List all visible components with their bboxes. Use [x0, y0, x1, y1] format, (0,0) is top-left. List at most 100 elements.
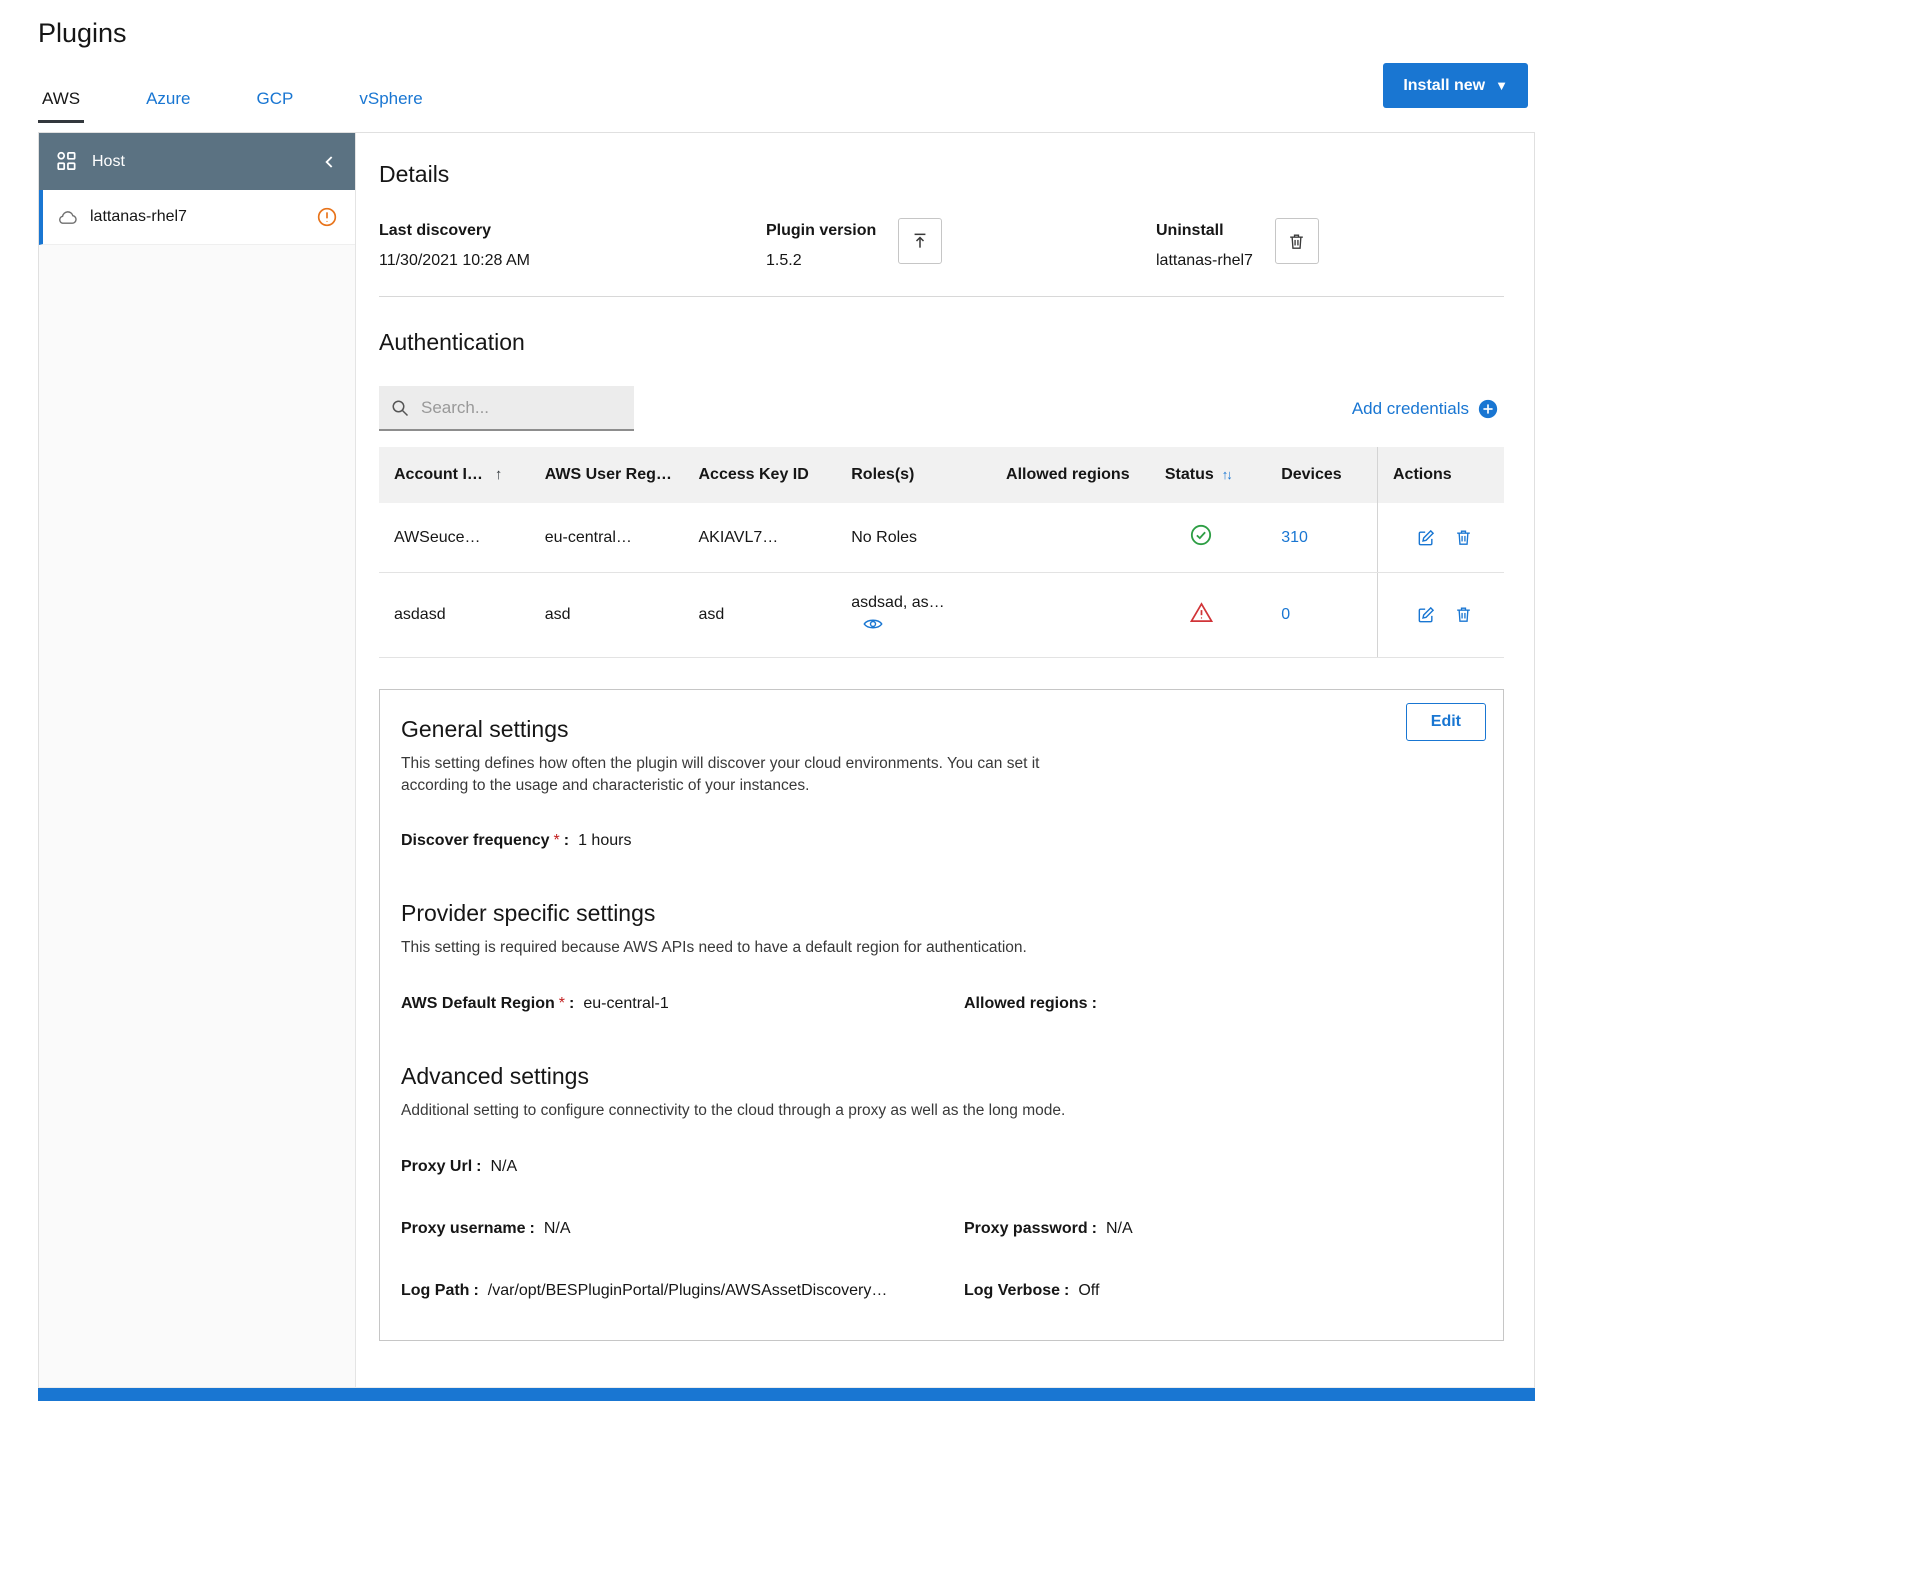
- host-sidebar: Host lattanas-rhel7: [39, 133, 356, 1387]
- table-row: asdasd asd asd asdsad, as…: [379, 573, 1504, 658]
- required-asterisk: *: [559, 995, 565, 1012]
- chevron-down-icon: ▼: [1495, 78, 1508, 93]
- field-separator: :: [530, 1220, 535, 1237]
- uninstall-value: lattanas-rhel7: [1156, 252, 1253, 270]
- column-roles-label: Roles(s): [851, 466, 914, 483]
- table-header-row: Account I…↑ AWS User Reg… Access Key ID …: [379, 447, 1504, 503]
- access-key-cell: asd: [684, 573, 837, 658]
- edit-credential-button[interactable]: [1416, 528, 1436, 548]
- section-divider: [379, 296, 1504, 297]
- column-roles[interactable]: Roles(s): [836, 447, 991, 503]
- status-cell: [1150, 573, 1266, 658]
- sidebar-header: Host: [39, 133, 355, 190]
- last-discovery-label: Last discovery: [379, 222, 766, 240]
- column-actions: Actions: [1377, 447, 1504, 503]
- column-devices[interactable]: Devices: [1266, 447, 1377, 503]
- tab-azure[interactable]: Azure: [142, 89, 194, 123]
- authentication-title: Authentication: [379, 329, 1504, 356]
- sort-toggle-icon[interactable]: ↑↓: [1222, 467, 1231, 482]
- field-label: Allowed regions: [964, 995, 1088, 1012]
- column-allowed-regions[interactable]: Allowed regions: [991, 447, 1150, 503]
- details-fields: Last discovery 11/30/2021 10:28 AM Plugi…: [379, 222, 1504, 270]
- uninstall-field: Uninstall lattanas-rhel7: [1156, 222, 1319, 270]
- sidebar-filler: [39, 245, 355, 1387]
- search-input[interactable]: [419, 397, 622, 419]
- actions-cell: [1377, 503, 1504, 573]
- provider-fields-row: AWS Default Region*:eu-central-1 Allowed…: [401, 995, 1479, 1013]
- field-separator: :: [564, 832, 569, 849]
- column-access-key[interactable]: Access Key ID: [684, 447, 837, 503]
- upgrade-plugin-button[interactable]: [898, 218, 942, 264]
- field-separator: :: [1064, 1282, 1069, 1299]
- field-value: eu-central-1: [583, 995, 668, 1012]
- authentication-toolbar: Add credentials: [379, 386, 1504, 431]
- edit-icon: [1416, 528, 1436, 548]
- field-value: N/A: [490, 1158, 517, 1175]
- edit-credential-button[interactable]: [1416, 605, 1436, 625]
- search-box: [379, 386, 634, 431]
- proxy-url-row: Proxy Url:N/A: [401, 1158, 1479, 1176]
- sidebar-item-lattanas-rhel7[interactable]: lattanas-rhel7: [39, 190, 355, 245]
- plugin-version-field: Plugin version 1.5.2: [766, 222, 1156, 270]
- discover-frequency-field: Discover frequency*:1 hours: [401, 832, 964, 850]
- status-cell: [1150, 503, 1266, 573]
- status-success-icon: [1190, 524, 1212, 546]
- install-new-button[interactable]: Install new ▼: [1383, 63, 1528, 108]
- delete-credential-button[interactable]: [1454, 528, 1473, 548]
- tab-gcp[interactable]: GCP: [253, 89, 298, 123]
- devices-count-link[interactable]: 0: [1281, 606, 1290, 623]
- column-actions-label: Actions: [1393, 466, 1452, 483]
- plus-circle-icon: [1478, 399, 1498, 419]
- table-row: AWSeuce… eu-central… AKIAVL7… No Roles: [379, 503, 1504, 573]
- column-allowed-regions-label: Allowed regions: [1006, 466, 1130, 483]
- log-verbose-field: Log Verbose:Off: [964, 1282, 1099, 1300]
- credentials-table: Account I…↑ AWS User Reg… Access Key ID …: [379, 447, 1504, 658]
- tab-vsphere[interactable]: vSphere: [355, 89, 426, 123]
- devices-cell: 310: [1266, 503, 1377, 573]
- user-region-cell: asd: [530, 573, 684, 658]
- add-credentials-button[interactable]: Add credentials: [1346, 398, 1504, 420]
- log-row: Log Path:/var/opt/BESPluginPortal/Plugin…: [401, 1282, 1479, 1300]
- install-new-label: Install new: [1403, 77, 1485, 95]
- advanced-settings-description: Additional setting to configure connecti…: [401, 1100, 1066, 1122]
- sidebar-collapse-button[interactable]: [322, 154, 337, 170]
- uninstall-button[interactable]: [1275, 218, 1319, 264]
- edit-icon: [1416, 605, 1436, 625]
- field-value: N/A: [544, 1220, 571, 1237]
- sort-ascending-icon[interactable]: ↑: [495, 466, 503, 483]
- column-status[interactable]: Status ↑↓: [1150, 447, 1266, 503]
- default-region-field: AWS Default Region*:eu-central-1: [401, 995, 964, 1013]
- column-account[interactable]: Account I…↑: [379, 447, 530, 503]
- field-separator: :: [476, 1158, 481, 1175]
- account-cell: AWSeuce…: [379, 503, 530, 573]
- allowed-regions-field: Allowed regions:: [964, 995, 1106, 1013]
- general-settings-description: This setting defines how often the plugi…: [401, 753, 1066, 796]
- proxy-password-field: Proxy password:N/A: [964, 1220, 1133, 1238]
- delete-credential-button[interactable]: [1454, 605, 1473, 625]
- page-title: Plugins: [38, 18, 1535, 49]
- view-roles-button[interactable]: [863, 617, 883, 631]
- allowed-regions-cell: [991, 503, 1150, 573]
- horizontal-scrollbar[interactable]: [38, 1388, 1535, 1401]
- edit-settings-button[interactable]: Edit: [1406, 703, 1486, 741]
- warning-circle-icon: [317, 207, 337, 227]
- plugin-version-label: Plugin version: [766, 222, 876, 240]
- column-status-label: Status: [1165, 466, 1214, 483]
- status-error-icon: [1190, 602, 1213, 623]
- column-user-region[interactable]: AWS User Reg…: [530, 447, 684, 503]
- roles-cell: asdsad, as…: [836, 573, 991, 658]
- proxy-credentials-row: Proxy username:N/A Proxy password:N/A: [401, 1220, 1479, 1238]
- details-title: Details: [379, 161, 1504, 188]
- devices-count-link[interactable]: 310: [1281, 529, 1308, 546]
- advanced-settings-title: Advanced settings: [401, 1063, 1479, 1090]
- main-content: Details Last discovery 11/30/2021 10:28 …: [356, 133, 1534, 1387]
- field-separator: :: [473, 1282, 478, 1299]
- cloud-icon: [57, 210, 78, 225]
- required-asterisk: *: [554, 832, 560, 849]
- allowed-regions-cell: [991, 573, 1150, 658]
- trash-icon: [1454, 528, 1473, 548]
- tabs-bar: AWS Azure GCP vSphere Install new ▼: [38, 75, 1535, 123]
- field-value: Off: [1078, 1282, 1099, 1299]
- tab-aws[interactable]: AWS: [38, 89, 84, 123]
- last-discovery-value: 11/30/2021 10:28 AM: [379, 252, 766, 270]
